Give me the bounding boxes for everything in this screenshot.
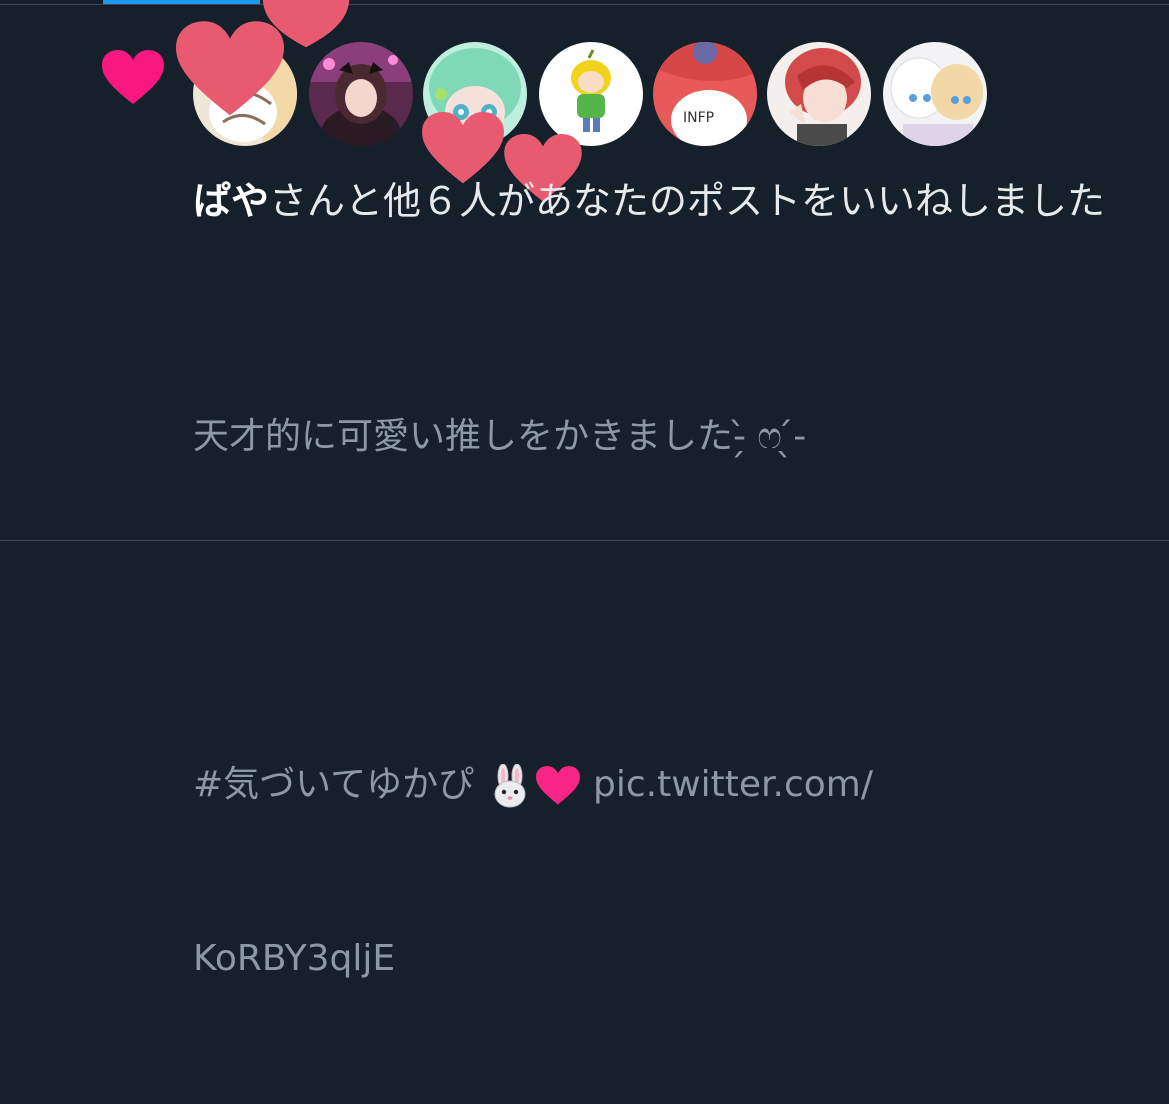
rabbit-face-emoji-icon — [494, 764, 526, 808]
bottom-divider — [0, 540, 1169, 541]
avatar[interactable] — [539, 42, 643, 146]
hashtag-link[interactable]: #気づいてゆかぴ — [193, 764, 474, 805]
actor-name[interactable]: ぱや — [193, 179, 269, 223]
media-link-part2[interactable]: KoRBY3qljE — [193, 938, 395, 979]
tweet-line-1: 天才的に可愛い推しをかきました-̗̀ ෆ ̖́- — [193, 416, 807, 457]
avatar[interactable] — [309, 42, 413, 146]
svg-text:INFP: INFP — [683, 110, 714, 126]
heart-sticker-icon — [262, 0, 350, 48]
pink-heart-emoji-icon — [535, 766, 580, 805]
tweet-line-2: #気づいてゆかぴ pic.twitter.com/ — [193, 756, 1133, 814]
media-link-part1[interactable]: pic.twitter.com/ — [593, 764, 873, 805]
top-divider — [0, 4, 1169, 5]
tweet-line-3: KoRBY3qljE — [193, 930, 1133, 988]
notification-message-text: さんと他６人があなたのポストをいいねしました — [269, 179, 1106, 223]
avatar[interactable] — [767, 42, 871, 146]
avatar[interactable]: INFP — [653, 42, 757, 146]
avatar[interactable] — [883, 42, 987, 146]
heart-icon — [102, 50, 164, 104]
notification-message: ぱやさんと他６人があなたのポストをいいねしました — [193, 172, 1133, 230]
tweet-preview[interactable]: 天才的に可愛い推しをかきました-̗̀ ෆ ̖́- #気づいてゆかぴ pic.tw… — [193, 292, 1133, 1104]
